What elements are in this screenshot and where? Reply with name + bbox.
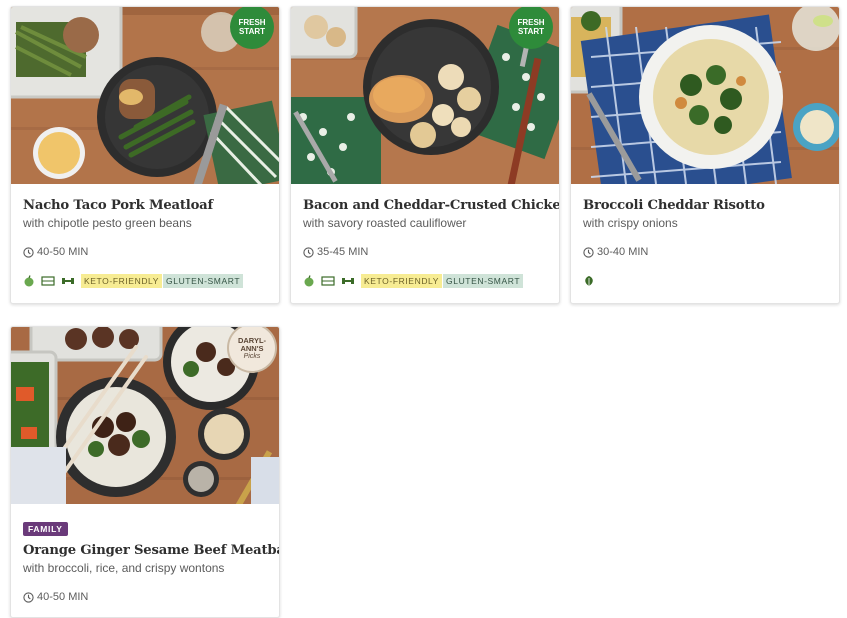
- sticker-text: DARYL-ANN'S: [237, 335, 267, 353]
- tag-keto-friendly: KETO-FRIENDLY: [361, 274, 443, 288]
- recipe-photo[interactable]: [571, 7, 839, 184]
- cook-time: 40-50 MIN: [23, 591, 267, 603]
- recipe-title[interactable]: Bacon and Cheddar-Crusted Chicken: [303, 198, 559, 213]
- dumbbell-icon: [61, 275, 75, 287]
- clock-icon: [303, 246, 314, 258]
- sticker-subtext: Picks: [243, 352, 261, 360]
- cook-time-text: 35-45 MIN: [317, 246, 369, 258]
- fresh-start-sticker: FRESH START: [230, 7, 274, 49]
- cook-time-text: 40-50 MIN: [37, 246, 89, 258]
- clock-icon: [23, 591, 34, 603]
- meal-kit-icon: [321, 275, 335, 287]
- fresh-start-sticker: FRESH START: [509, 7, 553, 49]
- cook-time: 35-45 MIN: [303, 246, 547, 258]
- tag-list: KETO-FRIENDLY GLUTEN-SMART: [303, 274, 547, 288]
- sticker-text: FRESH START: [238, 18, 266, 36]
- cook-time-text: 40-50 MIN: [37, 591, 89, 603]
- tag-gluten-smart: GLUTEN-SMART: [443, 274, 524, 288]
- recipe-card[interactable]: DARYL-ANN'S Picks FAMILY Orange Ginger S…: [10, 326, 280, 618]
- cook-time: 30-40 MIN: [583, 246, 827, 258]
- tag-list: KETO-FRIENDLY GLUTEN-SMART: [23, 274, 267, 288]
- meal-kit-icon: [41, 275, 55, 287]
- family-badge: FAMILY: [23, 522, 68, 536]
- tag-list: [583, 274, 827, 288]
- recipe-photo[interactable]: FRESH START: [11, 7, 279, 184]
- apple-icon: [303, 275, 315, 287]
- tag-gluten-smart: GLUTEN-SMART: [163, 274, 244, 288]
- recipe-subtitle: with crispy onions: [583, 216, 678, 230]
- recipe-subtitle: with savory roasted cauliflower: [303, 216, 467, 230]
- recipe-card[interactable]: FRESH START Bacon and Cheddar-Crusted Ch…: [290, 6, 560, 304]
- recipe-subtitle: with broccoli, rice, and crispy wontons: [23, 561, 225, 575]
- cook-time: 40-50 MIN: [23, 246, 267, 258]
- recipe-title[interactable]: Broccoli Cheddar Risotto: [583, 198, 827, 213]
- recipe-card[interactable]: Broccoli Cheddar Risotto with crispy oni…: [570, 6, 840, 304]
- recipe-photo[interactable]: FRESH START: [291, 7, 559, 184]
- recipe-photo[interactable]: DARYL-ANN'S Picks: [11, 327, 279, 504]
- leaf-icon: [583, 275, 595, 287]
- dumbbell-icon: [341, 275, 355, 287]
- recipe-card[interactable]: FRESH START Nacho Taco Pork Meatloaf wit…: [10, 6, 280, 304]
- clock-icon: [23, 246, 34, 258]
- cook-time-text: 30-40 MIN: [597, 246, 649, 258]
- tag-keto-friendly: KETO-FRIENDLY: [81, 274, 163, 288]
- clock-icon: [583, 246, 594, 258]
- apple-icon: [23, 275, 35, 287]
- recipe-title[interactable]: Orange Ginger Sesame Beef Meatballs: [23, 543, 279, 558]
- sticker-text: FRESH START: [517, 18, 545, 36]
- recipe-subtitle: with chipotle pesto green beans: [23, 216, 192, 230]
- recipe-title[interactable]: Nacho Taco Pork Meatloaf: [23, 198, 267, 213]
